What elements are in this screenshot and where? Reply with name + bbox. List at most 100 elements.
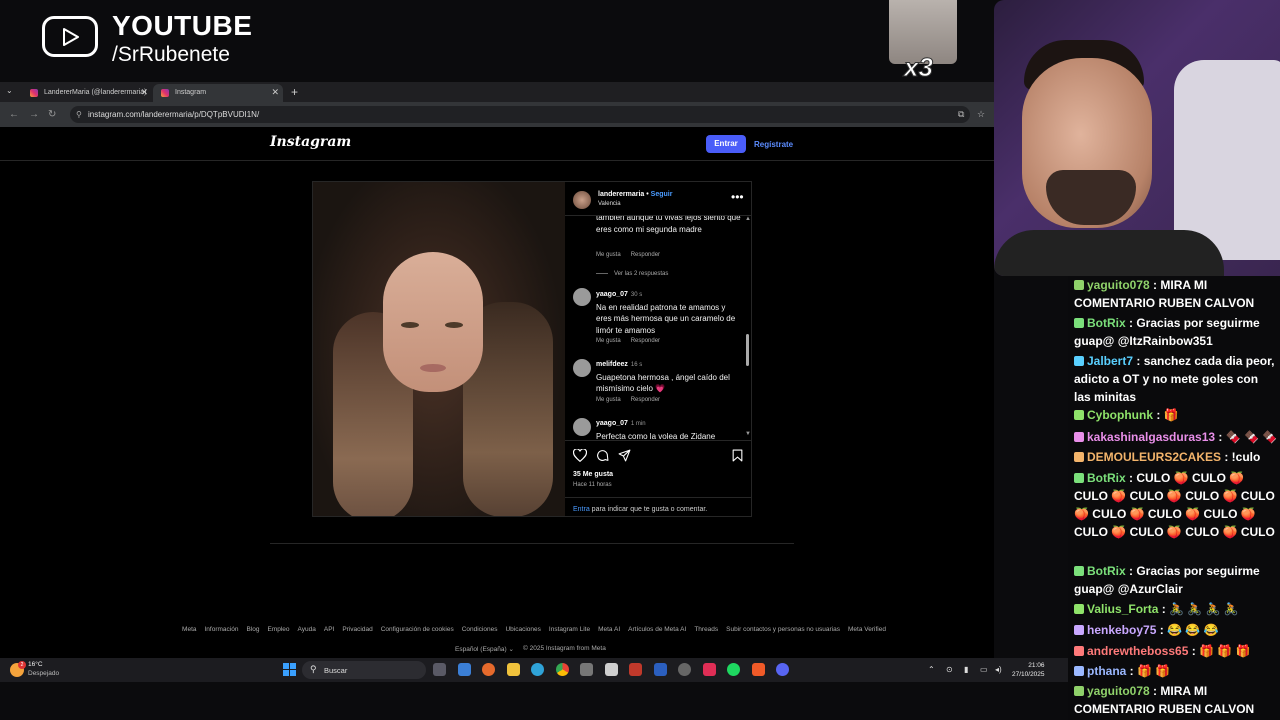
like-comment-button[interactable]: Me gusta — [596, 397, 621, 403]
footer-link[interactable]: Configuración de cookies — [381, 626, 454, 633]
widgets-icon[interactable] — [458, 663, 471, 676]
calendar-icon[interactable] — [605, 663, 618, 676]
app-icon[interactable] — [629, 663, 642, 676]
footer-link[interactable]: Blog — [246, 626, 259, 633]
network-icon[interactable]: ⊙ — [946, 665, 953, 674]
windows-start-icon[interactable] — [283, 663, 296, 676]
chat-username[interactable]: BotRix — [1087, 564, 1126, 578]
chrome-icon[interactable] — [556, 663, 569, 676]
register-link[interactable]: Regístrate — [754, 140, 793, 149]
tab-landerermaria[interactable]: LandererMaria (@landerermaria) ✕ — [22, 84, 152, 102]
avatar[interactable] — [573, 359, 591, 377]
discord-icon[interactable] — [776, 663, 789, 676]
tab-instagram[interactable]: Instagram ✕ — [153, 84, 283, 102]
comments-list[interactable]: también aunque tu vivas lejos siento que… — [565, 216, 751, 440]
clock[interactable]: 21:06 27/10/2025 — [1012, 661, 1045, 679]
login-button[interactable]: Entrar — [706, 135, 746, 153]
footer-link[interactable]: Instagram Lite — [549, 626, 590, 633]
close-tab-icon[interactable]: ✕ — [140, 87, 148, 98]
footer-link[interactable]: Empleo — [267, 626, 289, 633]
bookmark-icon[interactable] — [732, 449, 743, 462]
settings-icon[interactable] — [678, 663, 691, 676]
bookmark-star-icon[interactable]: ☆ — [977, 109, 985, 120]
language-select[interactable]: Español (España) ⌄ — [455, 645, 514, 653]
like-comment-button[interactable]: Me gusta — [596, 252, 621, 258]
chat-username[interactable]: yaguito078 — [1087, 278, 1150, 292]
reply-button[interactable]: Responder — [631, 252, 660, 258]
install-app-icon[interactable]: ⧉ — [958, 109, 964, 120]
more-options-icon[interactable]: ••• — [731, 190, 744, 204]
chat-message: Jalbert7 : sanchez cada dia peor, adicto… — [1074, 352, 1278, 406]
comment-icon[interactable] — [596, 449, 609, 462]
tiktok-icon[interactable] — [703, 663, 716, 676]
avatar[interactable] — [573, 418, 591, 436]
reply-button[interactable]: Responder — [631, 338, 660, 344]
heart-icon[interactable] — [573, 449, 587, 462]
scrollbar-thumb[interactable] — [746, 334, 749, 366]
footer-link[interactable]: Ubicaciones — [505, 626, 540, 633]
reload-icon[interactable]: ↻ — [48, 109, 56, 120]
tab-search-icon[interactable]: ⌄ — [6, 86, 13, 95]
footer-link[interactable]: API — [324, 626, 334, 633]
scroll-up-icon[interactable]: ▲ — [745, 216, 751, 222]
chat-username[interactable]: pthana — [1087, 664, 1126, 678]
login-link[interactable]: Entra — [573, 506, 590, 513]
new-tab-icon[interactable]: + — [291, 85, 298, 99]
like-comment-button[interactable]: Me gusta — [596, 338, 621, 344]
language-label: Español (España) — [455, 646, 507, 653]
footer-link[interactable]: Meta AI — [598, 626, 620, 633]
chat-username[interactable]: DEMOULEURS2CAKES — [1087, 450, 1221, 464]
chat-username[interactable]: BotRix — [1087, 316, 1126, 330]
footer-link[interactable]: Meta — [182, 626, 196, 633]
url-field[interactable]: ⚲ instagram.com/landerermaria/p/DQTpBVUD… — [70, 106, 970, 123]
site-info-icon[interactable]: ⚲ — [76, 110, 82, 119]
brave-icon[interactable] — [752, 663, 765, 676]
comment-username[interactable]: yaago_07 — [596, 291, 628, 298]
share-icon[interactable] — [618, 449, 631, 462]
volume-icon[interactable]: ◂) — [995, 665, 1002, 674]
comment-username[interactable]: yaago_07 — [596, 420, 628, 427]
file-explorer-icon[interactable] — [507, 663, 520, 676]
footer-link[interactable]: Ayuda — [298, 626, 316, 633]
chat-username[interactable]: Cybophunk — [1087, 408, 1153, 422]
tray-expand-icon[interactable]: ⌃ — [928, 665, 935, 674]
chat-username[interactable]: andrewtheboss65 — [1087, 644, 1188, 658]
chat-username[interactable]: BotRix — [1087, 471, 1126, 485]
instagram-logo[interactable]: Instagram — [270, 134, 351, 150]
avatar[interactable] — [573, 288, 591, 306]
monitor-icon[interactable]: ▭ — [980, 665, 988, 674]
chat-username[interactable]: yaguito078 — [1087, 684, 1150, 698]
task-view-icon[interactable] — [433, 663, 446, 676]
word-icon[interactable] — [654, 663, 667, 676]
edge-icon[interactable] — [531, 663, 544, 676]
chat-username[interactable]: kakashinalgasduras13 — [1087, 430, 1215, 444]
chat-username[interactable]: henkeboy75 — [1087, 623, 1156, 637]
taskbar-search[interactable]: ⚲ Buscar — [302, 661, 426, 679]
footer-link[interactable]: Información — [205, 626, 239, 633]
forward-icon[interactable]: → — [29, 109, 39, 120]
footer-link[interactable]: Threads — [694, 626, 718, 633]
chat-username[interactable]: Valius_Forta — [1087, 602, 1158, 616]
likes-count[interactable]: 35 Me gusta — [573, 471, 613, 478]
footer-link[interactable]: Condiciones — [462, 626, 498, 633]
spotify-icon[interactable] — [727, 663, 740, 676]
footer-link[interactable]: Meta Verified — [848, 626, 886, 633]
reply-button[interactable]: Responder — [631, 397, 660, 403]
follow-button[interactable]: Seguir — [651, 191, 673, 198]
comment-username[interactable]: melifdeez — [596, 361, 628, 368]
scroll-down-icon[interactable]: ▼ — [745, 431, 751, 437]
close-tab-icon[interactable]: ✕ — [271, 87, 279, 98]
microphone-icon[interactable]: ▮ — [964, 665, 968, 674]
chat-username[interactable]: Jalbert7 — [1087, 354, 1133, 368]
post-photo[interactable] — [313, 182, 565, 516]
footer-link[interactable]: Subir contactos y personas no usuarias — [726, 626, 840, 633]
firefox-icon[interactable] — [482, 663, 495, 676]
back-icon[interactable]: ← — [9, 109, 19, 120]
app-icon[interactable] — [580, 663, 593, 676]
footer-link[interactable]: Privacidad — [342, 626, 372, 633]
username-link[interactable]: landerermaria — [598, 191, 644, 198]
footer-link[interactable]: Artículos de Meta AI — [628, 626, 686, 633]
view-replies-button[interactable]: Ver las 2 respuestas — [596, 271, 668, 277]
avatar[interactable] — [573, 191, 591, 209]
post-location[interactable]: Valencia — [598, 201, 621, 207]
